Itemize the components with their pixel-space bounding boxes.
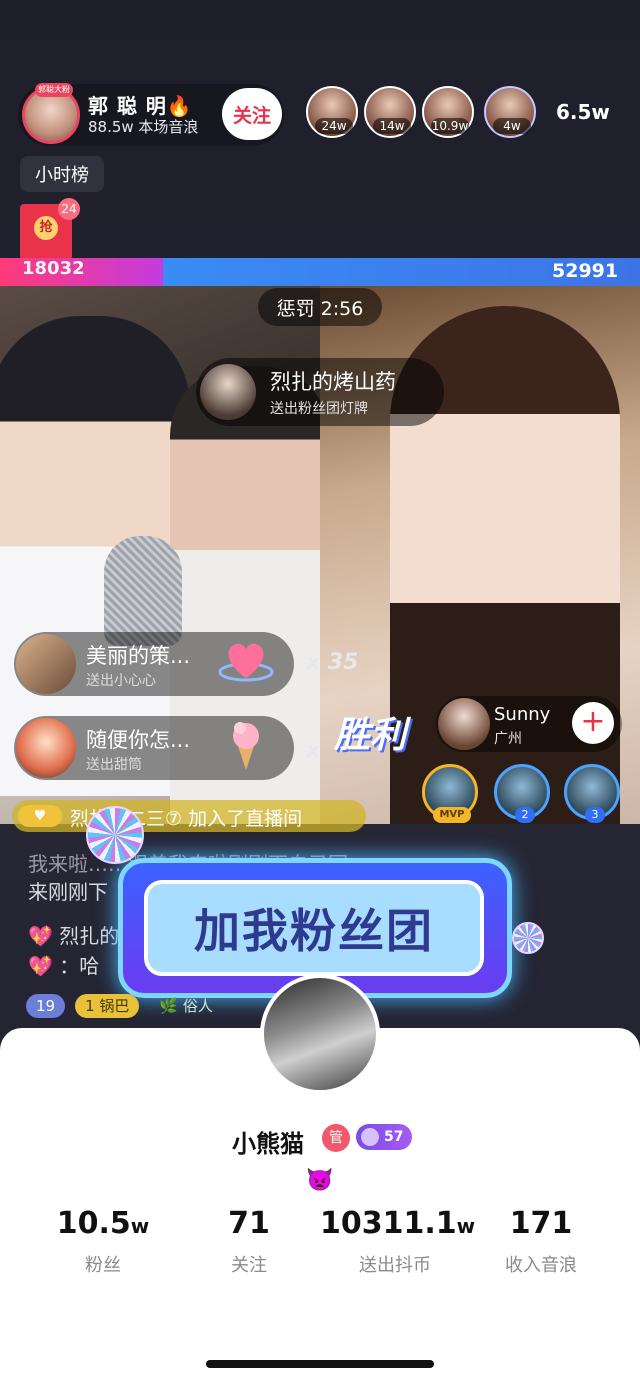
stat-value: 171: [509, 1206, 573, 1241]
user-name-badge: 🌿 俗人: [159, 997, 213, 1015]
stat-fans[interactable]: 10.5w 粉丝: [28, 1206, 178, 1277]
heart-icon: ♥: [18, 805, 62, 827]
admin-badge: 管: [322, 1124, 350, 1152]
live-room-screen: 郭聪大粉 郭 聪 明🔥 88.5w 本场音浪 关注 24w 14w 10.9w …: [0, 0, 640, 1385]
mvp-badge: MVP: [433, 807, 471, 823]
comment-line: 来刚刚下: [28, 880, 108, 904]
top-viewer-2[interactable]: 14w: [364, 86, 416, 138]
join-banner: ♥ 烈扎的二三⑦ 加入了直播间: [12, 800, 366, 832]
opponent-avatar: [438, 698, 490, 750]
victory-label: 胜利: [334, 715, 407, 756]
opponent-name: Sunny: [494, 704, 551, 725]
gift-desc: 送出粉丝团灯牌: [270, 401, 368, 417]
gift-row[interactable]: 美丽的策... 送出小心心: [14, 632, 294, 696]
heart-gift-icon: [218, 643, 274, 682]
rank-badge: 2: [515, 807, 535, 823]
gift-desc: 送出小心心: [86, 673, 156, 689]
gift-row[interactable]: 随便你怎... 送出甜筒: [14, 716, 294, 780]
gift-notice[interactable]: 烈扎的烤山药 送出粉丝团灯牌: [196, 358, 444, 426]
home-indicator[interactable]: [206, 1360, 434, 1368]
gift-sender-name: 美丽的策...: [86, 644, 191, 668]
diamond-badge: 19: [26, 994, 66, 1018]
gift-sender-avatar: [16, 634, 76, 694]
devil-emoji: 👿: [306, 1168, 334, 1193]
stat-income[interactable]: 171 收入音浪: [466, 1206, 616, 1277]
stat-value: 10.5: [56, 1206, 131, 1241]
stat-value: 10311.1: [320, 1206, 457, 1241]
hourly-rank-button[interactable]: 小时榜: [20, 156, 104, 192]
host-sound-waves: 88.5w 本场音浪: [88, 118, 199, 136]
stat-label: 关注: [231, 1255, 267, 1276]
follow-opponent-button[interactable]: +: [572, 702, 614, 744]
rank-badge: 3: [585, 807, 605, 823]
host-fan-tag: 郭聪大粉: [35, 83, 73, 97]
penalty-timer: 惩罚 2:56: [258, 288, 382, 326]
opponent-card[interactable]: Sunny 广州 +: [436, 696, 622, 752]
microphone: [104, 536, 182, 646]
stat-unit: w: [130, 1214, 150, 1238]
stat-coins-sent[interactable]: 10311.1w 送出抖币: [320, 1206, 475, 1277]
top-viewer-4[interactable]: 4w: [484, 86, 536, 138]
gift-sender-name: 烈扎的烤山药: [270, 370, 396, 394]
gift-desc: 送出甜筒: [86, 757, 142, 773]
top-viewer-3[interactable]: 10.9w: [422, 86, 474, 138]
viewer-score: 10.9w: [431, 118, 469, 134]
profile-avatar[interactable]: [260, 974, 380, 1094]
red-packet-seal: 抢: [34, 216, 58, 240]
pk-left-score: 18032: [22, 258, 85, 279]
stat-label: 收入音浪: [505, 1255, 577, 1276]
pk-right-score: 52991: [552, 260, 619, 282]
host-avatar[interactable]: 郭聪大粉: [22, 83, 80, 144]
stat-value: 71: [228, 1206, 270, 1241]
opponent-rank-2[interactable]: 2: [494, 764, 550, 823]
fan-badge: 1 锅巴: [75, 994, 140, 1018]
stat-label: 送出抖币: [359, 1255, 431, 1276]
viewer-score: 4w: [493, 118, 531, 134]
follow-button[interactable]: 关注: [222, 88, 282, 140]
gift-sender-avatar: [200, 364, 256, 420]
gift-combo: x 35: [306, 650, 359, 675]
red-packet-button[interactable]: 抢 24: [20, 198, 80, 260]
stat-following[interactable]: 71 关注: [174, 1206, 324, 1277]
red-packet-count: 24: [58, 198, 80, 220]
disco-ball-icon: [512, 922, 544, 954]
comment-line: 💖 烈扎的: [28, 924, 120, 948]
comment-line: 💖 ：哈: [28, 954, 100, 978]
level-badge: 57: [356, 1124, 412, 1150]
viewer-score: 14w: [373, 118, 411, 134]
host-name: 郭 聪 明🔥: [88, 94, 193, 118]
opponent-rank-1[interactable]: MVP: [422, 764, 478, 823]
user-badges: 19 1 锅巴 🌿 俗人: [26, 994, 223, 1018]
gift-combo: x: [306, 738, 321, 763]
viewer-score: 24w: [315, 118, 353, 134]
disco-ball-icon: [86, 806, 144, 864]
opponent-rank-3[interactable]: 3: [564, 764, 620, 823]
fan-banner-text: 加我粉丝团: [144, 880, 484, 976]
pk-progress-bar: [0, 258, 640, 286]
ice-cream-gift-icon: [233, 722, 259, 770]
gift-sender-avatar: [16, 718, 76, 778]
profile-name: 小熊猫: [232, 1130, 304, 1158]
top-viewer-1[interactable]: 24w: [306, 86, 358, 138]
gift-sender-name: 随便你怎...: [86, 728, 191, 752]
stat-label: 粉丝: [85, 1255, 121, 1276]
opponent-city: 广州: [494, 731, 522, 747]
viewer-count[interactable]: 6.5w: [556, 100, 610, 124]
